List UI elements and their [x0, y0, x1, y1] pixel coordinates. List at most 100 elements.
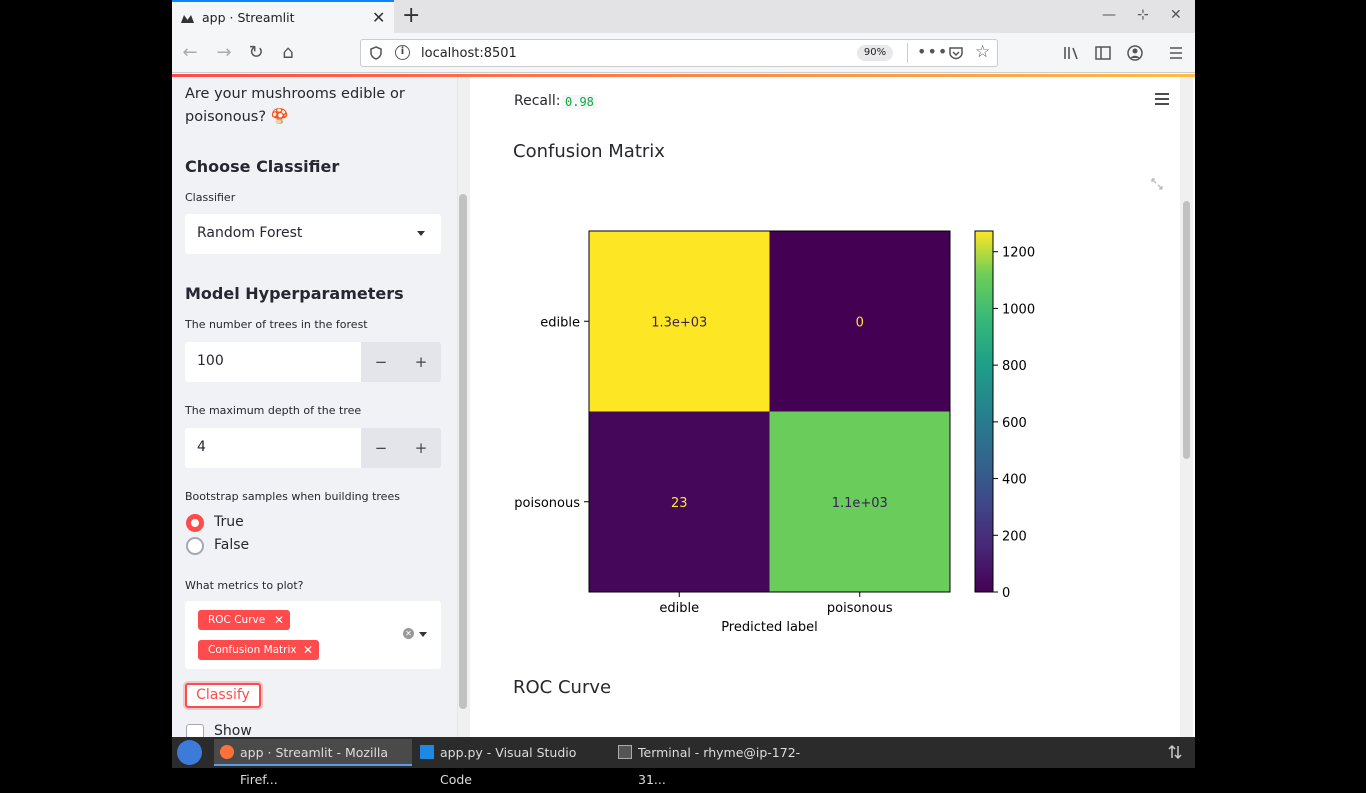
- recall-label: Recall:: [514, 93, 561, 109]
- remove-chip-icon[interactable]: ✕: [274, 610, 284, 630]
- n-trees-value: 100: [197, 353, 224, 369]
- remove-chip-icon[interactable]: ✕: [303, 640, 313, 660]
- browser-window: app · Streamlit ✕ + — ⊹ ✕ ← → ↻ ⌂ i loca…: [172, 0, 1195, 737]
- colorbar-tick-label: 1200: [1002, 246, 1035, 261]
- classify-button[interactable]: Classify: [185, 683, 261, 708]
- colorbar-tick-label: 600: [1002, 416, 1027, 431]
- vscode-icon: [420, 745, 434, 759]
- colorbar-tick-label: 0: [1002, 586, 1010, 601]
- x-axis-label: Predicted label: [721, 620, 818, 635]
- roc-curve-heading: ROC Curve: [513, 677, 612, 698]
- cell-label: 23: [671, 496, 688, 511]
- new-tab-icon[interactable]: +: [402, 3, 420, 28]
- taskbar-item-label: app · Streamlit - Mozilla Firef...: [240, 745, 389, 787]
- library-icon[interactable]: [1062, 44, 1080, 62]
- max-depth-value: 4: [197, 439, 206, 455]
- cell-label: 1.1e+03: [832, 496, 888, 511]
- clear-all-icon[interactable]: ✕: [403, 628, 414, 639]
- radio-selected-icon: [186, 514, 204, 532]
- back-icon[interactable]: ←: [178, 41, 202, 65]
- maximize-icon[interactable]: ⊹: [1137, 7, 1149, 23]
- url-text: localhost:8501: [421, 46, 517, 61]
- chevron-down-icon: [417, 231, 425, 236]
- zoom-badge[interactable]: 90%: [857, 45, 893, 61]
- metrics-multiselect[interactable]: ROC Curve ✕ Confusion Matrix ✕ ✕: [185, 601, 441, 669]
- navigation-bar: ← → ↻ ⌂ i localhost:8501 90% ••• ☆: [172, 33, 1195, 73]
- sidebar-toggle-icon[interactable]: [1094, 44, 1112, 62]
- radio-unselected-icon: [186, 537, 204, 555]
- y-tick-label: poisonous: [514, 496, 580, 511]
- page-actions-icon[interactable]: •••: [917, 42, 948, 61]
- n-trees-label: The number of trees in the forest: [185, 318, 368, 331]
- colorbar-tick-label: 1000: [1002, 302, 1035, 317]
- page-content: Are your mushrooms edible or poisonous? …: [172, 74, 1195, 737]
- classifier-value: Random Forest: [197, 225, 303, 241]
- network-icon[interactable]: [1167, 744, 1183, 760]
- bootstrap-label: Bootstrap samples when building trees: [185, 490, 400, 503]
- n-trees-input[interactable]: 100: [185, 342, 361, 382]
- cell-label: 0: [856, 315, 864, 330]
- chevron-down-icon[interactable]: [419, 632, 427, 637]
- hamburger-menu-icon[interactable]: [1154, 92, 1170, 106]
- max-depth-increment-button[interactable]: +: [401, 428, 441, 468]
- tab-title: app · Streamlit: [202, 10, 295, 25]
- taskbar-item-vscode[interactable]: app.py - Visual Studio Code: [414, 739, 606, 787]
- n-trees-decrement-button[interactable]: −: [361, 342, 401, 382]
- browser-tab[interactable]: app · Streamlit ✕: [172, 0, 394, 33]
- max-depth-stepper: 4 − +: [185, 428, 441, 468]
- account-icon[interactable]: [1126, 44, 1144, 62]
- sidebar-scrollbar[interactable]: [459, 194, 467, 709]
- checkbox-label: Show raw data: [214, 723, 252, 737]
- menu-icon[interactable]: [1167, 44, 1185, 62]
- max-depth-label: The maximum depth of the tree: [185, 404, 362, 417]
- confusion-matrix-chart: 1.3e+03 0 23 1.1e+03 edible poisonous edible p…: [500, 230, 1035, 635]
- pocket-icon[interactable]: [948, 46, 964, 60]
- chip-label: Confusion Matrix: [208, 644, 297, 656]
- colorbar: [974, 230, 994, 593]
- tab-bar: app · Streamlit ✕ + — ⊹ ✕: [172, 0, 1195, 33]
- shield-icon: [370, 46, 382, 60]
- info-icon[interactable]: i: [395, 45, 410, 60]
- n-trees-increment-button[interactable]: +: [401, 342, 441, 382]
- streamlit-icon: [181, 15, 194, 23]
- metrics-label: What metrics to plot?: [185, 579, 304, 592]
- sidebar-intro: Are your mushrooms edible or poisonous? …: [185, 86, 405, 125]
- colorbar-tick-label: 200: [1002, 529, 1027, 544]
- taskbar-item-firefox[interactable]: app · Streamlit - Mozilla Firef...: [214, 739, 412, 787]
- recall-value: 0.98: [562, 95, 597, 109]
- expand-icon[interactable]: [1150, 177, 1164, 191]
- hyperparameters-heading: Model Hyperparameters: [185, 284, 404, 303]
- y-axis-label: True label: [500, 380, 501, 444]
- separator: [907, 43, 908, 63]
- taskbar-item-terminal[interactable]: Terminal - rhyme@ip-172-31...: [612, 739, 822, 787]
- confusion-matrix-heading: Confusion Matrix: [513, 141, 665, 162]
- taskbar-item-label: Terminal - rhyme@ip-172-31...: [638, 745, 801, 787]
- radio-label: False: [214, 537, 250, 553]
- x-tick-label: edible: [659, 601, 699, 616]
- metric-chip-confusion: Confusion Matrix ✕: [198, 640, 319, 660]
- reload-icon[interactable]: ↻: [244, 41, 268, 65]
- minimize-icon[interactable]: —: [1102, 7, 1116, 23]
- bookmark-star-icon[interactable]: ☆: [975, 42, 990, 62]
- start-menu-icon[interactable]: [177, 740, 202, 765]
- close-tab-icon[interactable]: ✕: [372, 8, 385, 27]
- taskbar: app · Streamlit - Mozilla Firef... app.p…: [172, 737, 1195, 787]
- main-scrollbar-thumb[interactable]: [1183, 201, 1190, 459]
- taskbar-item-label: app.py - Visual Studio Code: [440, 745, 577, 787]
- n-trees-stepper: 100 − +: [185, 342, 441, 382]
- checkbox-icon: [186, 724, 204, 737]
- max-depth-input[interactable]: 4: [185, 428, 361, 468]
- home-icon[interactable]: ⌂: [276, 41, 300, 65]
- chip-label: ROC Curve: [208, 614, 266, 626]
- y-tick-label: edible: [540, 315, 580, 330]
- main-scrollbar[interactable]: [1180, 77, 1193, 737]
- classifier-select[interactable]: Random Forest: [185, 214, 441, 254]
- forward-icon[interactable]: →: [212, 41, 236, 65]
- cell-label: 1.3e+03: [651, 315, 707, 330]
- close-window-icon[interactable]: ✕: [1170, 7, 1182, 23]
- main-area: Recall: 0.98 Confusion Matrix 1.3e+03 0 …: [470, 77, 1195, 737]
- address-bar[interactable]: i localhost:8501 90% ••• ☆: [360, 39, 998, 67]
- desktop: app · Streamlit ✕ + — ⊹ ✕ ← → ↻ ⌂ i loca…: [0, 0, 1366, 787]
- sidebar: Are your mushrooms edible or poisonous? …: [172, 77, 458, 737]
- max-depth-decrement-button[interactable]: −: [361, 428, 401, 468]
